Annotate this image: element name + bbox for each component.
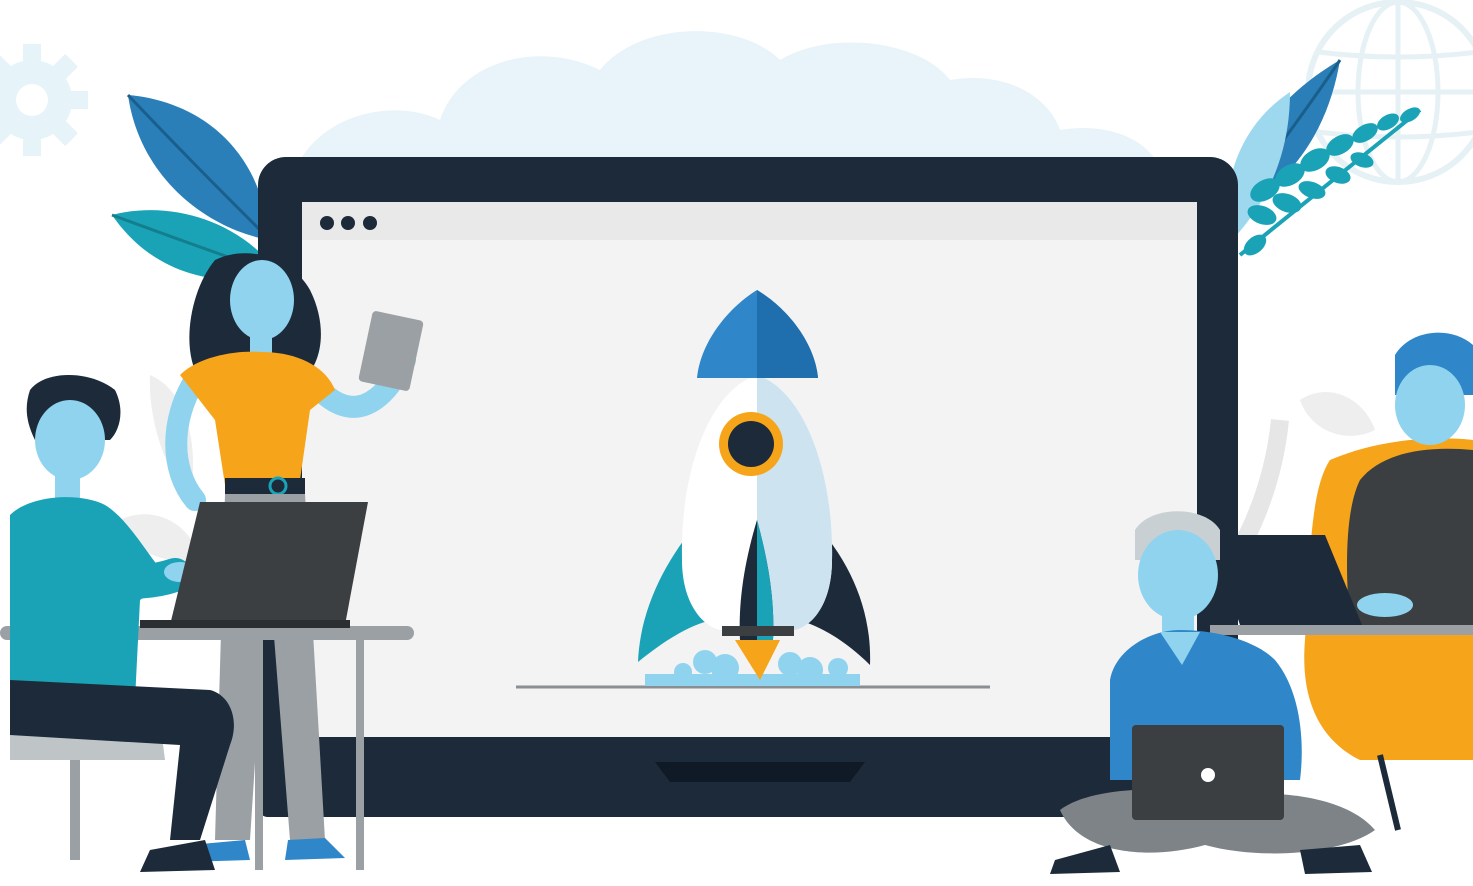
window-dots-icon <box>320 216 377 230</box>
browser-bar <box>302 202 1197 240</box>
illustration-scene <box>0 0 1473 886</box>
monitor-notch <box>655 762 865 782</box>
gear-icon <box>0 44 88 156</box>
background-cloud <box>300 31 1160 176</box>
